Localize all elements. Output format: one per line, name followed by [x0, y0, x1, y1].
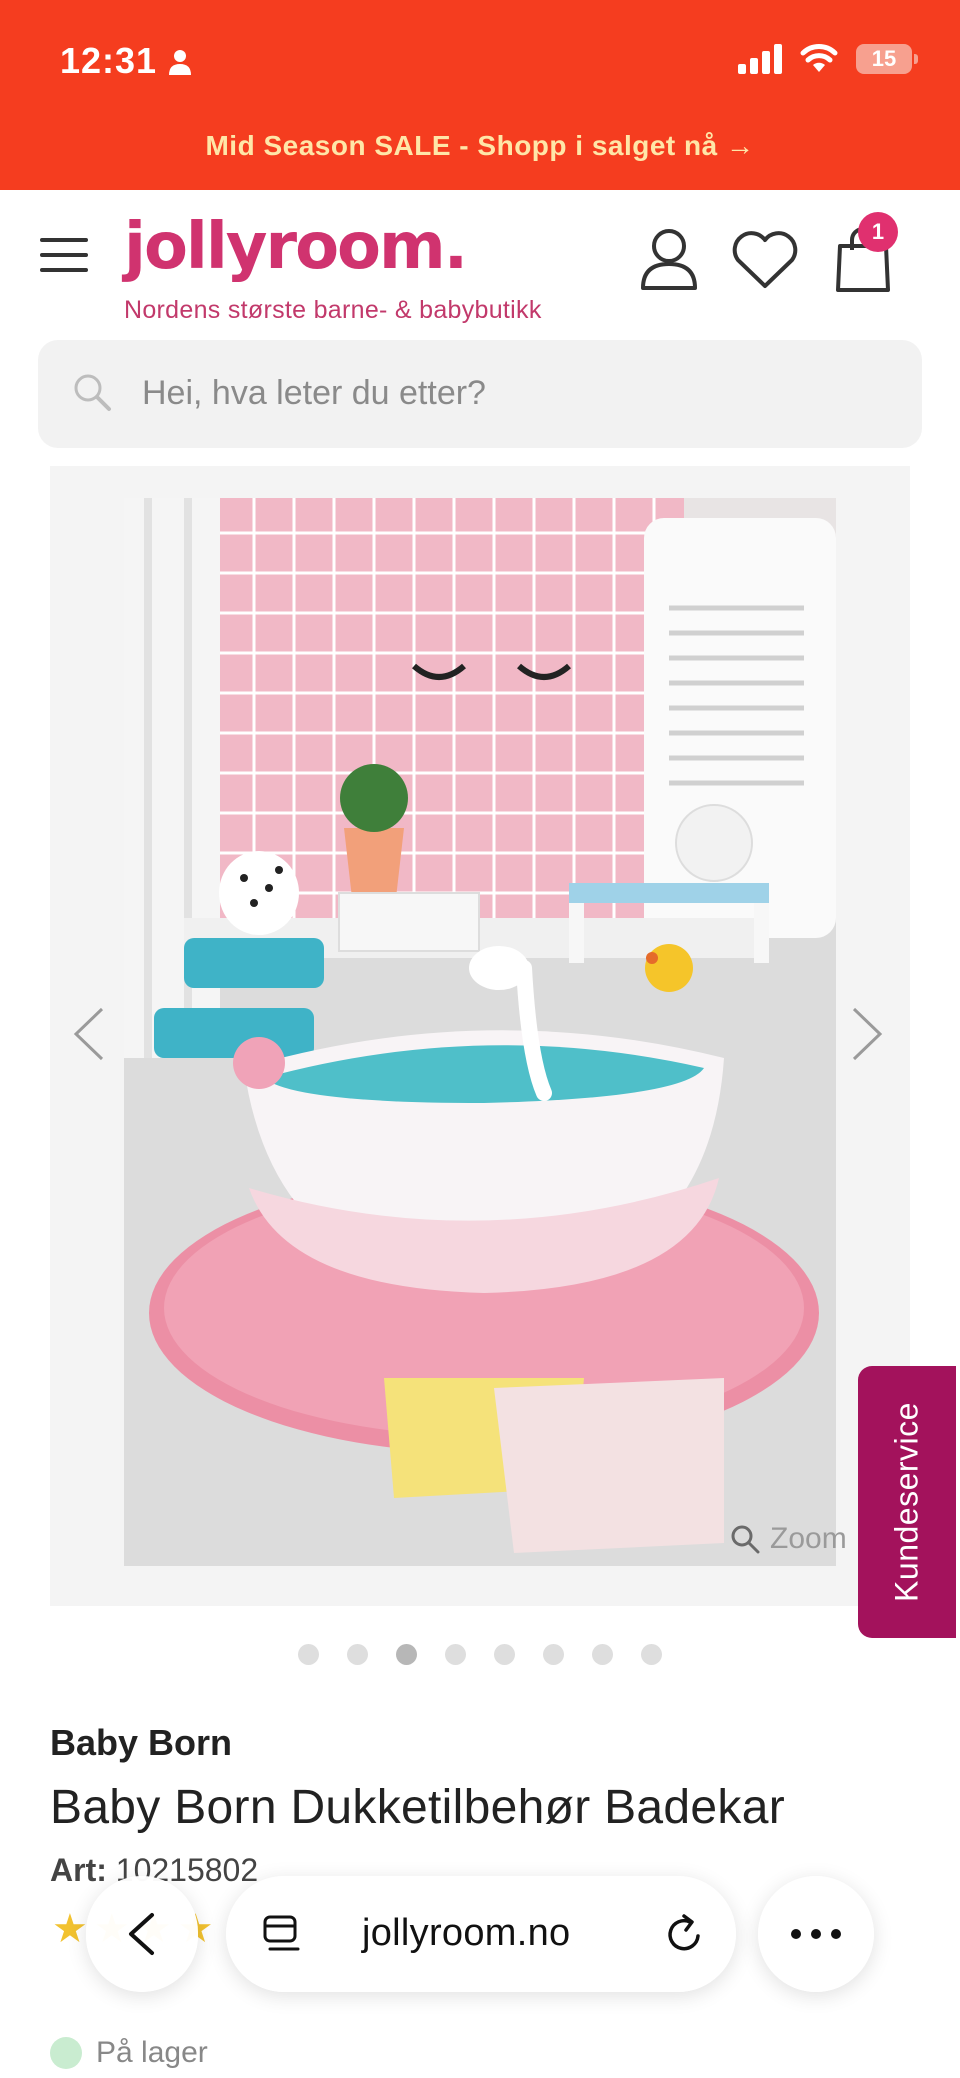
chevron-left-icon [129, 1913, 154, 1955]
search-input[interactable]: Hei, hva leter du etter? [38, 340, 922, 448]
pagination-dot[interactable] [592, 1644, 613, 1665]
zoom-label: Zoom [770, 1522, 847, 1555]
back-button[interactable] [86, 1876, 198, 1992]
battery-indicator: 15 [856, 44, 918, 74]
pagination-dot[interactable] [543, 1644, 564, 1665]
promo-banner-link[interactable]: Mid Season SALE - Shopp i salget nå → [0, 130, 960, 162]
bathtub-illustration [124, 498, 836, 1566]
site-logo[interactable]: jollyroom. [124, 210, 468, 284]
pagination-dot[interactable] [494, 1644, 515, 1665]
signal-icon [738, 44, 782, 74]
customer-service-label: Kundeservice [888, 1402, 925, 1602]
status-time: 12:31 [60, 40, 158, 81]
pagination-dot[interactable] [445, 1644, 466, 1665]
pagination-dot-active[interactable] [396, 1644, 417, 1665]
tabs-icon[interactable] [262, 1914, 302, 1954]
pagination-dot[interactable] [641, 1644, 662, 1665]
status-bar: 12:31 15 Mid Season SALE - Shopp i salge… [0, 0, 960, 190]
status-indicators: 15 [738, 44, 918, 74]
account-icon[interactable] [640, 226, 698, 290]
search-placeholder: Hei, hva leter du etter? [142, 374, 486, 412]
url-text: jollyroom.no [362, 1912, 571, 1954]
site-tagline: Nordens største barne- & babybutikk [124, 296, 542, 324]
zoom-button[interactable]: Zoom [730, 1522, 847, 1556]
stock-indicator-icon [50, 2037, 82, 2069]
product-image[interactable] [124, 498, 836, 1566]
cart-count-badge: 1 [858, 212, 898, 252]
reload-icon[interactable] [664, 1912, 706, 1956]
zoom-icon [731, 1525, 760, 1554]
product-gallery[interactable]: Zoom [50, 466, 910, 1606]
heart-icon[interactable] [730, 230, 800, 290]
wifi-icon [800, 44, 838, 72]
search-icon [74, 374, 111, 411]
more-icon [791, 1929, 841, 1939]
site-header: jollyroom. Nordens største barne- & baby… [0, 190, 960, 340]
product-title: Baby Born Dukketilbehør Badekar [50, 1781, 785, 1834]
browser-toolbar: jollyroom.no [0, 1876, 960, 1996]
menu-icon[interactable] [40, 238, 88, 272]
stock-label: På lager [96, 2036, 208, 2069]
pagination-dot[interactable] [298, 1644, 319, 1665]
gallery-pagination [0, 1644, 960, 1665]
stock-status: På lager [50, 2036, 208, 2070]
pagination-dot[interactable] [347, 1644, 368, 1665]
chevron-right-icon[interactable] [850, 1006, 884, 1062]
address-bar[interactable]: jollyroom.no [226, 1876, 736, 1992]
customer-service-tab[interactable]: Kundeservice [858, 1366, 956, 1638]
product-brand-link[interactable]: Baby Born [50, 1722, 232, 1764]
more-options-button[interactable] [758, 1876, 874, 1992]
chevron-left-icon[interactable] [72, 1006, 106, 1062]
person-icon [169, 50, 191, 75]
